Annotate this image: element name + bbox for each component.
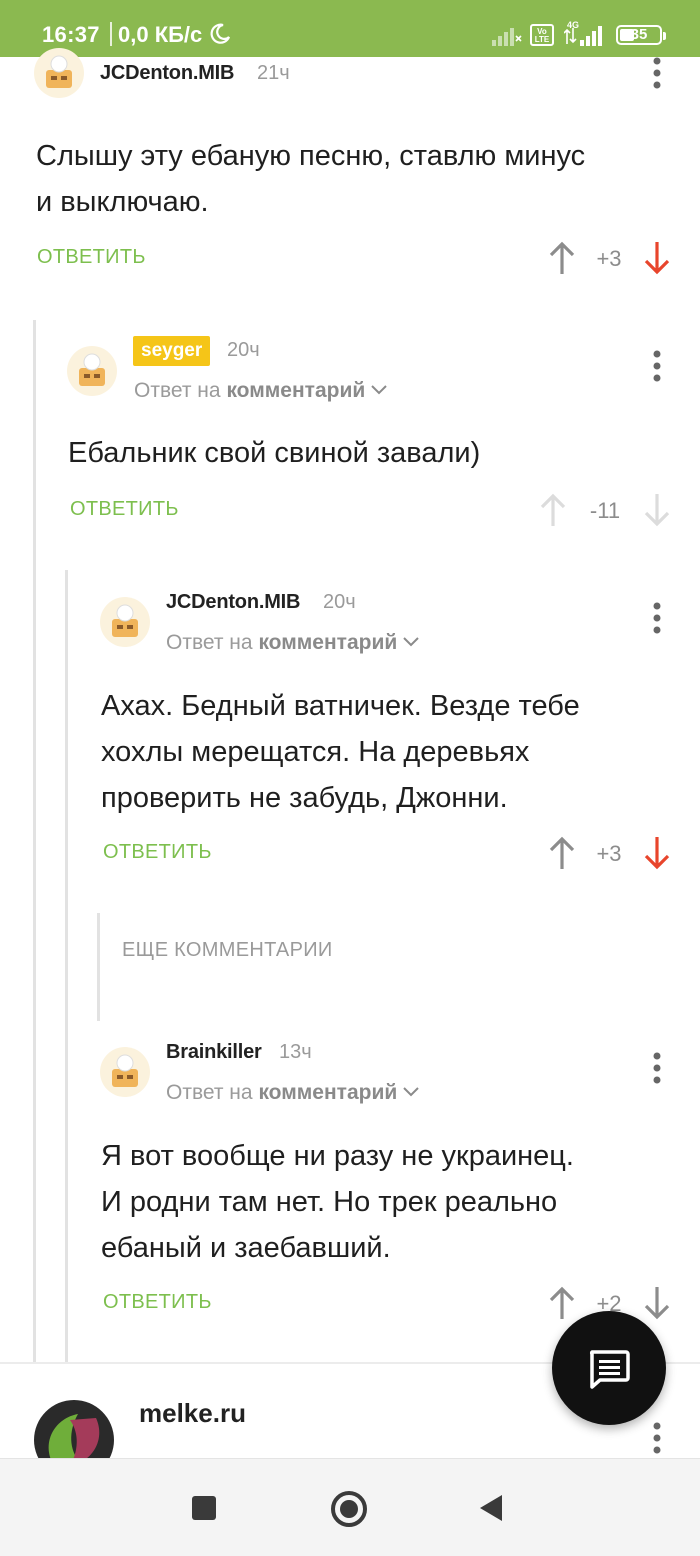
battery-icon: 35 (616, 25, 666, 45)
reply-button[interactable]: ОТВЕТИТЬ (37, 246, 146, 269)
default-avatar-icon (46, 55, 72, 88)
thread-line (33, 320, 36, 1362)
reply-to-link[interactable]: Ответ на комментарий (166, 631, 419, 655)
comment-icon (589, 1350, 630, 1389)
comment-text-line: проверить не забудь, Джонни. (101, 782, 508, 814)
reply-to-target[interactable]: комментарий (226, 379, 365, 402)
avatar[interactable] (100, 597, 150, 647)
comment-author[interactable]: Brainkiller (166, 1041, 262, 1064)
comment-text-line: Слышу эту ебаную песню, ставлю минус (36, 140, 586, 172)
more-options-icon[interactable] (649, 600, 665, 640)
back-triangle-icon[interactable] (480, 1495, 502, 1521)
promo-name[interactable]: melke.ru (139, 1398, 246, 1429)
downvote-arrow-icon[interactable] (642, 240, 672, 276)
status-separator (110, 22, 112, 46)
comment-text: Ебальник свой свиной завали) (68, 430, 480, 476)
reply-to-link[interactable]: Ответ на комментарий (166, 1081, 419, 1105)
downvote-arrow-icon[interactable] (642, 492, 672, 528)
comment-score: +3 (596, 841, 622, 866)
chevron-down-icon[interactable] (403, 1087, 419, 1097)
comment-text-line: Ахах. Бедный ватничек. Везде тебе (101, 690, 580, 722)
upvote-arrow-icon[interactable] (538, 492, 568, 528)
volte-icon: Vo LTE (530, 24, 554, 46)
reply-to-prefix: Ответ на (134, 379, 221, 402)
reply-to-target[interactable]: комментарий (258, 631, 397, 654)
comment-author[interactable]: JCDenton.MIB (100, 62, 234, 85)
comment-text-line: И родни там нет. Но трек реально (101, 1186, 558, 1218)
signal-weak-icon (492, 28, 522, 46)
thread-line (97, 913, 100, 1021)
default-avatar-icon (112, 1054, 138, 1087)
comment-text-line: Я вот вообще ни разу не украинец. (101, 1140, 574, 1172)
comment-score: -11 (589, 498, 621, 523)
reply-button[interactable]: ОТВЕТИТЬ (70, 498, 179, 521)
reply-button[interactable]: ОТВЕТИТЬ (103, 841, 212, 864)
downvote-arrow-icon[interactable] (642, 1285, 672, 1321)
comment-score: +3 (596, 246, 622, 271)
signal-strong-icon (564, 26, 602, 46)
more-comments-button[interactable]: ЕЩЕ КОММЕНТАРИИ (122, 939, 333, 962)
comment-time: 13ч (279, 1041, 312, 1063)
avatar[interactable] (67, 346, 117, 396)
comment-time: 20ч (323, 591, 356, 613)
comment-text-line: и выключаю. (36, 186, 209, 218)
battery-level: 35 (630, 26, 648, 43)
chevron-down-icon[interactable] (371, 385, 387, 395)
home-circle-icon[interactable] (331, 1491, 367, 1527)
reply-to-link[interactable]: Ответ на комментарий (134, 379, 387, 403)
comment-text: Ахах. Бедный ватничек. Везде тебе хохлы … (101, 683, 580, 821)
network-speed: 0,0 КБ/с (118, 22, 203, 47)
default-avatar-icon (79, 353, 105, 386)
comment-fab-button[interactable] (552, 1311, 666, 1425)
comment-author-badge[interactable]: seyger (133, 336, 211, 366)
avatar[interactable] (100, 1047, 150, 1097)
more-options-icon[interactable] (649, 348, 665, 388)
system-nav-bar (0, 1458, 700, 1556)
reply-to-target[interactable]: комментарий (258, 1081, 397, 1104)
more-options-icon[interactable] (649, 55, 665, 95)
downvote-arrow-icon[interactable] (642, 835, 672, 871)
do-not-disturb-moon-icon (210, 23, 231, 44)
thread-line (65, 570, 68, 1362)
reply-to-prefix: Ответ на (166, 1081, 253, 1104)
more-options-icon[interactable] (649, 1420, 665, 1460)
comment-author[interactable]: JCDenton.MIB (166, 591, 300, 614)
comment-text: Слышу эту ебаную песню, ставлю минус и в… (36, 133, 585, 225)
recents-square-icon[interactable] (192, 1496, 216, 1520)
reply-to-prefix: Ответ на (166, 631, 253, 654)
upvote-arrow-icon[interactable] (547, 1285, 577, 1321)
clock: 16:37 (42, 22, 100, 47)
upvote-arrow-icon[interactable] (547, 835, 577, 871)
comment-time: 21ч (257, 62, 290, 84)
upvote-arrow-icon[interactable] (547, 240, 577, 276)
comment-text-line: Ебальник свой свиной завали) (68, 437, 481, 469)
status-bar: 16:37 0,0 КБ/с Vo LTE 4G 35 (0, 0, 700, 57)
more-options-icon[interactable] (649, 1050, 665, 1090)
reply-button[interactable]: ОТВЕТИТЬ (103, 1291, 212, 1314)
comment-text: Я вот вообще ни разу не украинец. И родн… (101, 1133, 574, 1271)
avatar[interactable] (34, 48, 84, 98)
default-avatar-icon (112, 604, 138, 637)
comment-text-line: хохлы мерещатся. На деревьях (101, 736, 530, 768)
chevron-down-icon[interactable] (403, 637, 419, 647)
comment-text-line: ебаный и заебавший. (101, 1232, 391, 1264)
comment-time: 20ч (227, 339, 260, 361)
